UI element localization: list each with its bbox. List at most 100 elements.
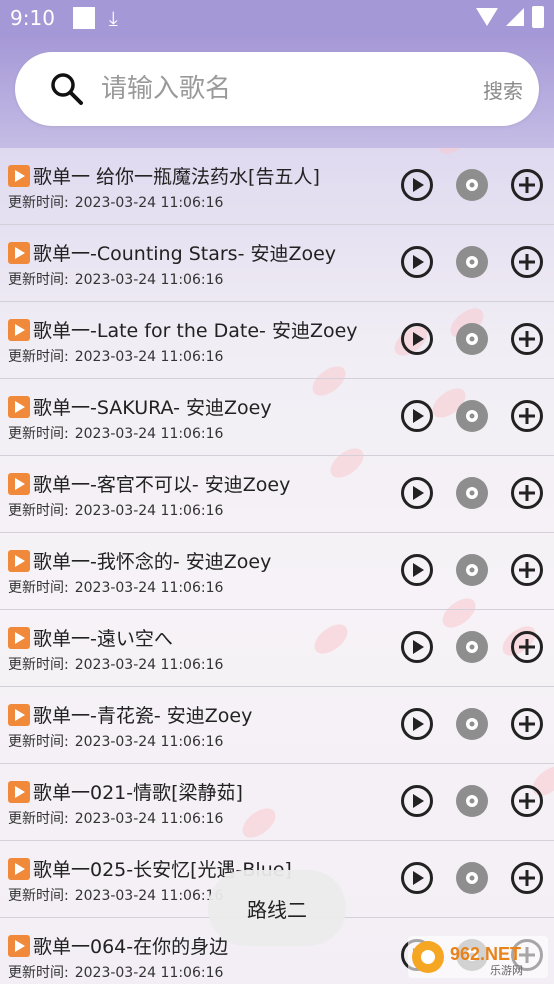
play-circle-icon[interactable] [400, 476, 434, 510]
disc-icon[interactable] [455, 476, 489, 510]
add-circle-icon[interactable] [510, 553, 544, 587]
update-time: 更新时间: 2023-03-24 11:06:16 [8, 423, 223, 443]
song-title: 歌单一-青花瓷- 安迪Zoey [33, 705, 253, 727]
play-tag-icon [8, 395, 30, 418]
add-circle-icon[interactable] [510, 861, 544, 895]
add-circle-icon[interactable] [510, 707, 544, 741]
disc-icon[interactable] [455, 861, 489, 895]
update-time: 更新时间: 2023-03-24 11:06:16 [8, 269, 223, 289]
list-item[interactable]: 歌单一-Late for the Date- 安迪Zoey 更新时间: 2023-… [0, 302, 554, 379]
play-tag-icon [8, 780, 30, 803]
update-time-value: 2023-03-24 11:06:16 [74, 888, 224, 904]
add-circle-icon[interactable] [510, 399, 544, 433]
list-item[interactable]: 歌单一-Counting Stars- 安迪Zoey 更新时间: 2023-03-… [0, 225, 554, 302]
play-tag-icon [8, 472, 30, 495]
row-actions [400, 861, 544, 895]
wifi-icon [476, 8, 498, 26]
play-circle-icon[interactable] [400, 322, 434, 356]
song-title: 歌单一-Late for the Date- 安迪Zoey [33, 320, 358, 342]
update-time-value: 2023-03-24 11:06:16 [74, 426, 224, 442]
update-time-value: 2023-03-24 11:06:16 [74, 195, 224, 211]
play-circle-icon[interactable] [400, 784, 434, 818]
update-time: 更新时间: 2023-03-24 11:06:16 [8, 808, 223, 828]
download-icon: ⤓ [108, 6, 118, 30]
search-input[interactable] [101, 74, 401, 104]
update-time: 更新时间: 2023-03-24 11:06:16 [8, 962, 223, 982]
row-actions [400, 630, 544, 664]
update-time: 更新时间: 2023-03-24 11:06:16 [8, 346, 223, 366]
update-time: 更新时间: 2023-03-24 11:06:16 [8, 885, 223, 905]
search-button[interactable]: 搜索 [483, 75, 523, 104]
disc-icon[interactable] [455, 245, 489, 279]
list-item[interactable]: 歌单一-遠い空へ 更新时间: 2023-03-24 11:06:16 [0, 610, 554, 687]
update-time: 更新时间: 2023-03-24 11:06:16 [8, 500, 223, 520]
svg-text:962.NET: 962.NET [450, 944, 521, 964]
update-time-label: 更新时间: [8, 734, 69, 750]
song-title: 歌单一-我怀念的- 安迪Zoey [33, 551, 272, 573]
play-tag-icon [8, 318, 30, 341]
row-actions [400, 168, 544, 202]
row-actions [400, 784, 544, 818]
add-circle-icon[interactable] [510, 168, 544, 202]
toast-message: 路线二 [208, 870, 346, 946]
list-item[interactable]: 歌单一021-情歌[梁静茹] 更新时间: 2023-03-24 11:06:16 [0, 764, 554, 841]
song-title-row: 歌单一-青花瓷- 安迪Zoey [8, 701, 252, 728]
update-time-label: 更新时间: [8, 272, 69, 288]
play-tag-icon [8, 857, 30, 880]
list-item[interactable]: 歌单一-SAKURA- 安迪Zoey 更新时间: 2023-03-24 11:06… [0, 379, 554, 456]
list-item[interactable]: 歌单一 给你一瓶魔法药水[告五人] 更新时间: 2023-03-24 11:06:… [0, 148, 554, 225]
add-circle-icon[interactable] [510, 476, 544, 510]
add-circle-icon[interactable] [510, 322, 544, 356]
list-item[interactable]: 歌单一-我怀念的- 安迪Zoey 更新时间: 2023-03-24 11:06:1… [0, 533, 554, 610]
song-title-row: 歌单一-Counting Stars- 安迪Zoey [8, 239, 336, 266]
update-time-label: 更新时间: [8, 195, 69, 211]
add-circle-icon[interactable] [510, 630, 544, 664]
song-title: 歌单一-遠い空へ [33, 628, 173, 650]
update-time: 更新时间: 2023-03-24 11:06:16 [8, 192, 223, 212]
update-time-value: 2023-03-24 11:06:16 [74, 272, 224, 288]
disc-icon[interactable] [455, 322, 489, 356]
disc-icon[interactable] [455, 399, 489, 433]
disc-icon[interactable] [455, 784, 489, 818]
update-time-value: 2023-03-24 11:06:16 [74, 811, 224, 827]
song-title: 歌单一064-在你的身边 [33, 936, 229, 958]
disc-icon[interactable] [455, 168, 489, 202]
disc-icon[interactable] [455, 707, 489, 741]
update-time-value: 2023-03-24 11:06:16 [74, 349, 224, 365]
battery-icon [532, 6, 544, 28]
play-circle-icon[interactable] [400, 861, 434, 895]
play-circle-icon[interactable] [400, 553, 434, 587]
update-time-label: 更新时间: [8, 965, 69, 981]
song-title-row: 歌单一-Late for the Date- 安迪Zoey [8, 316, 358, 343]
song-title-row: 歌单一021-情歌[梁静茹] [8, 778, 243, 805]
status-time: 9:10 [10, 6, 55, 30]
play-circle-icon[interactable] [400, 630, 434, 664]
song-title: 歌单一-SAKURA- 安迪Zoey [33, 397, 272, 419]
update-time-label: 更新时间: [8, 426, 69, 442]
status-bar: 9:10 ⤓ [0, 0, 554, 36]
update-time-label: 更新时间: [8, 657, 69, 673]
row-actions [400, 245, 544, 279]
song-title: 歌单一-Counting Stars- 安迪Zoey [33, 243, 337, 265]
song-title-row: 歌单一 给你一瓶魔法药水[告五人] [8, 162, 320, 189]
list-item[interactable]: 歌单一-客官不可以- 安迪Zoey 更新时间: 2023-03-24 11:06:… [0, 456, 554, 533]
list-item[interactable]: 歌单一-青花瓷- 安迪Zoey 更新时间: 2023-03-24 11:06:16 [0, 687, 554, 764]
play-circle-icon[interactable] [400, 168, 434, 202]
update-time-label: 更新时间: [8, 888, 69, 904]
add-circle-icon[interactable] [510, 784, 544, 818]
update-time-label: 更新时间: [8, 503, 69, 519]
add-circle-icon[interactable] [510, 245, 544, 279]
update-time-value: 2023-03-24 11:06:16 [74, 734, 224, 750]
play-circle-icon[interactable] [400, 245, 434, 279]
play-tag-icon [8, 703, 30, 726]
song-title: 歌单一 给你一瓶魔法药水[告五人] [33, 166, 320, 188]
signal-icon [506, 8, 524, 26]
disc-icon[interactable] [455, 553, 489, 587]
row-actions [400, 399, 544, 433]
play-circle-icon[interactable] [400, 707, 434, 741]
search-bar[interactable]: 搜索 [15, 52, 539, 126]
play-circle-icon[interactable] [400, 399, 434, 433]
update-time-value: 2023-03-24 11:06:16 [74, 503, 224, 519]
search-icon [51, 73, 83, 105]
disc-icon[interactable] [455, 630, 489, 664]
